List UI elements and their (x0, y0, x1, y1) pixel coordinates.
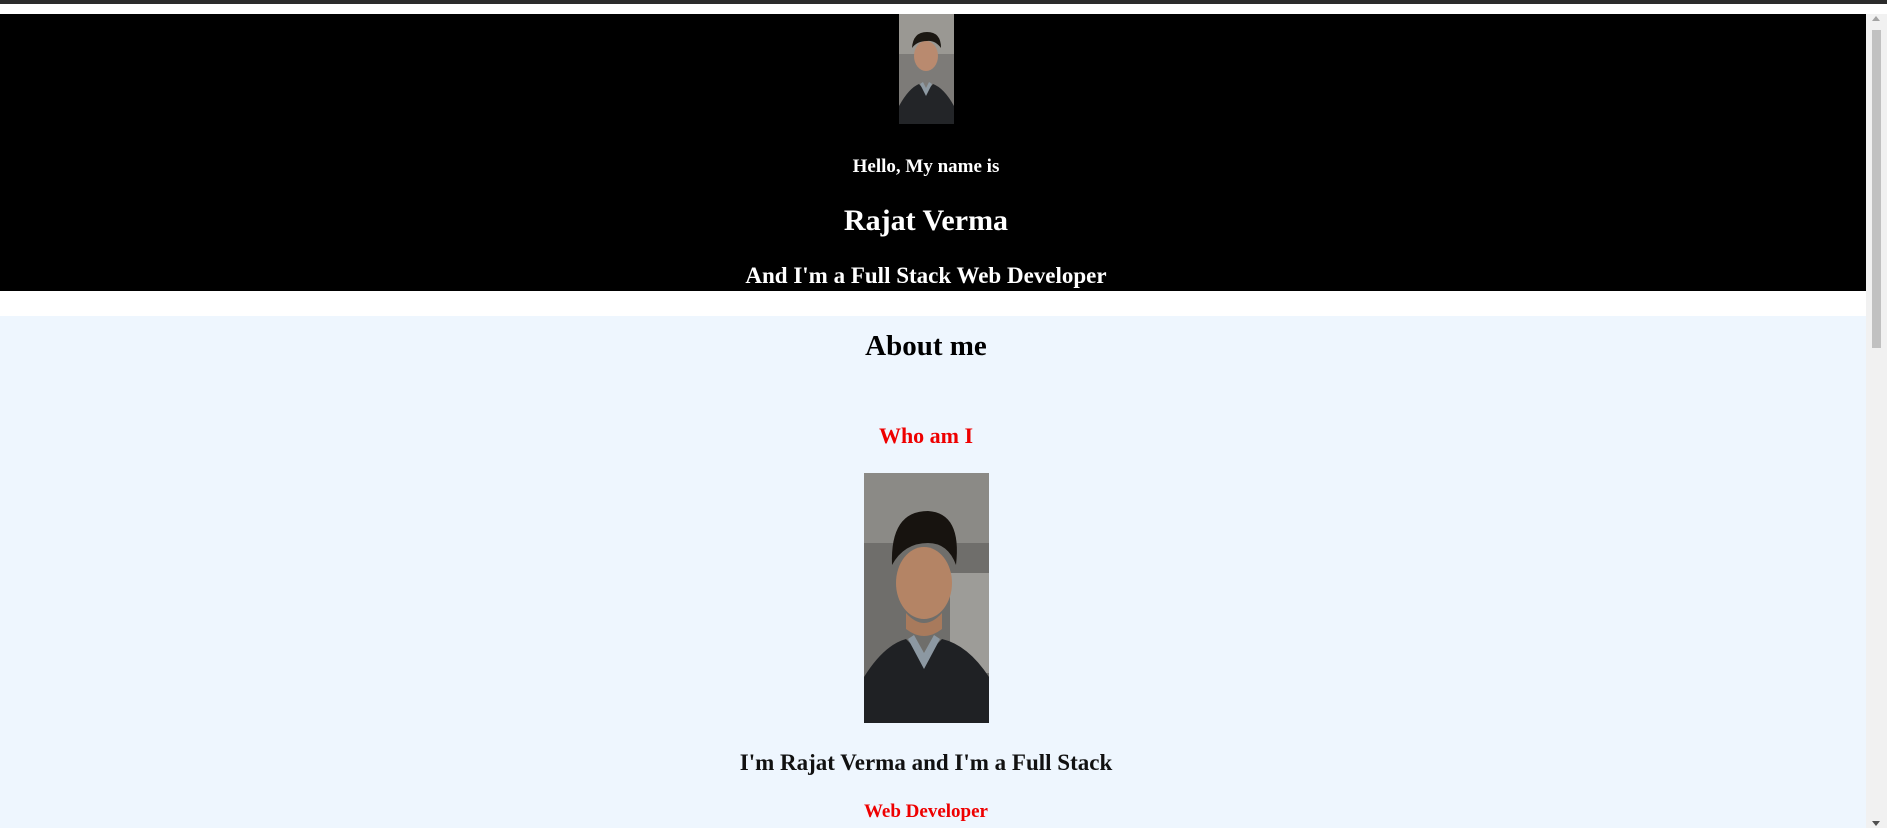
scroll-down-arrow-icon[interactable] (1872, 821, 1880, 826)
about-section: About me Who am I I'm Rajat Verma and I'… (0, 316, 1866, 828)
hero-name: Rajat Verma (843, 204, 1009, 237)
about-profile-photo (864, 473, 989, 723)
who-am-i-heading: Who am I (878, 423, 974, 448)
browser-top-bar (0, 0, 1887, 4)
about-title: About me (865, 330, 987, 362)
vertical-scrollbar[interactable] (1866, 14, 1887, 828)
hero-role: And I'm a Full Stack Web Developer (745, 263, 1107, 288)
scrollbar-thumb[interactable] (1872, 30, 1881, 348)
hero-profile-photo (899, 14, 954, 124)
page-content: Hello, My name is Rajat Verma And I'm a … (0, 14, 1866, 828)
intro-role: Web Developer (863, 801, 988, 822)
intro-text: I'm Rajat Verma and I'm a Full Stack (739, 750, 1113, 775)
scroll-up-arrow-icon[interactable] (1872, 16, 1880, 21)
hero-section: Hello, My name is Rajat Verma And I'm a … (0, 14, 1866, 291)
hero-greeting: Hello, My name is (852, 156, 1000, 177)
